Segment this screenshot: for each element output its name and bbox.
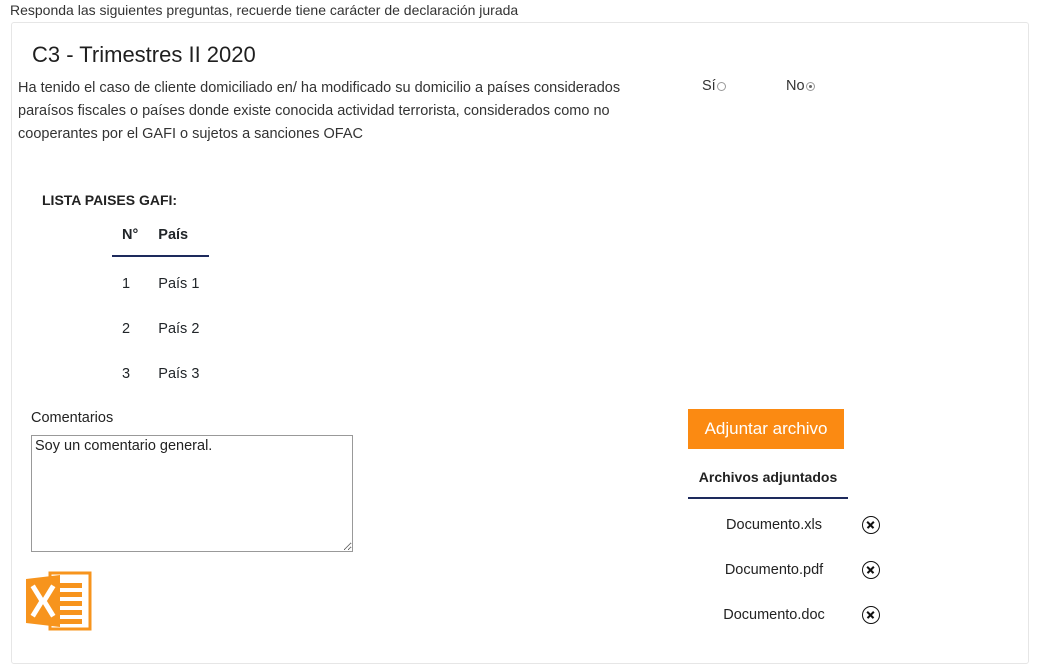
comentarios-label: Comentarios — [31, 410, 114, 426]
attached-file-row: Documento.doc — [688, 605, 908, 627]
table-row: 1 País 1 — [112, 256, 209, 306]
radio-si[interactable] — [716, 81, 726, 91]
adjuntar-archivo-button[interactable]: Adjuntar archivo — [688, 409, 844, 449]
option-si-label: Sí — [702, 78, 716, 94]
question-text: Ha tenido el caso de cliente domiciliado… — [18, 80, 621, 142]
cell-num: 2 — [122, 320, 131, 337]
option-no-label: No — [786, 78, 805, 94]
excel-file-icon[interactable] — [26, 571, 92, 631]
cell-num: 3 — [122, 365, 131, 382]
table-header-row: N° País — [112, 219, 210, 257]
table-row: 2 País 2 — [112, 306, 209, 351]
close-circle-icon[interactable] — [862, 606, 880, 624]
column-header-pais: País — [148, 219, 210, 257]
radio-no[interactable] — [805, 81, 815, 91]
close-circle-icon[interactable] — [862, 516, 880, 534]
file-name: Documento.xls — [726, 517, 822, 533]
cell-pais: País 1 — [158, 275, 200, 292]
option-si[interactable]: Sí — [702, 78, 726, 94]
close-circle-icon[interactable] — [862, 561, 880, 579]
cell-num: 1 — [122, 275, 131, 292]
file-name: Documento.doc — [723, 607, 825, 623]
attached-file-row: Documento.xls — [688, 515, 908, 537]
option-no[interactable]: No — [786, 78, 815, 94]
comentarios-textarea[interactable]: Soy un comentario general. — [31, 435, 353, 552]
archivos-adjuntados-header: Archivos adjuntados — [688, 469, 848, 499]
gafi-table: N° País 1 País 1 2 País 2 3 País 3 — [112, 219, 210, 396]
page-title: C3 - Trimestres II 2020 — [32, 42, 256, 67]
question-card: C3 - Trimestres II 2020 Ha tenido el cas… — [11, 22, 1029, 664]
cell-pais: País 3 — [158, 365, 200, 382]
intro-text: Responda las siguientes preguntas, recue… — [10, 2, 519, 18]
table-row: 3 País 3 — [112, 351, 209, 396]
file-name: Documento.pdf — [724, 562, 824, 578]
lista-title: LISTA PAISES GAFI: — [42, 192, 178, 208]
column-header-num: N° — [112, 219, 149, 257]
attached-file-row: Documento.pdf — [688, 560, 908, 582]
cell-pais: País 2 — [158, 320, 200, 337]
